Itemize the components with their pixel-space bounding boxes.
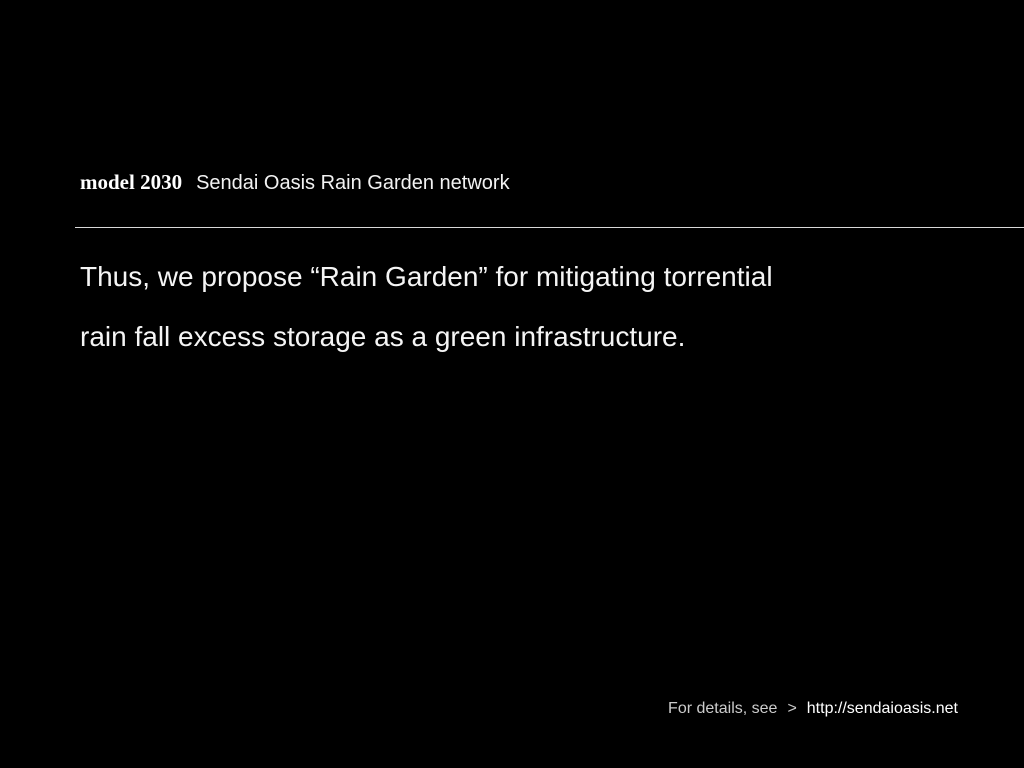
- slide-body: Thus, we propose “Rain Garden” for mitig…: [80, 256, 980, 376]
- body-line-1: Thus, we propose “Rain Garden” for mitig…: [80, 261, 773, 292]
- footer-arrow: >: [787, 700, 797, 717]
- body-line-2: rain fall excess storage as a green infr…: [80, 321, 686, 352]
- footer-label: For details, see: [668, 700, 778, 717]
- slide-subtitle: Sendai Oasis Rain Garden network: [196, 172, 510, 194]
- model-label: model 2030: [80, 170, 183, 194]
- slide-footer: For details, see > http://sendaioasis.net: [668, 698, 958, 720]
- slide-header: model 2030 Sendai Oasis Rain Garden netwo…: [80, 168, 510, 197]
- header-divider: [75, 227, 1024, 228]
- footer-link[interactable]: http://sendaioasis.net: [807, 700, 958, 717]
